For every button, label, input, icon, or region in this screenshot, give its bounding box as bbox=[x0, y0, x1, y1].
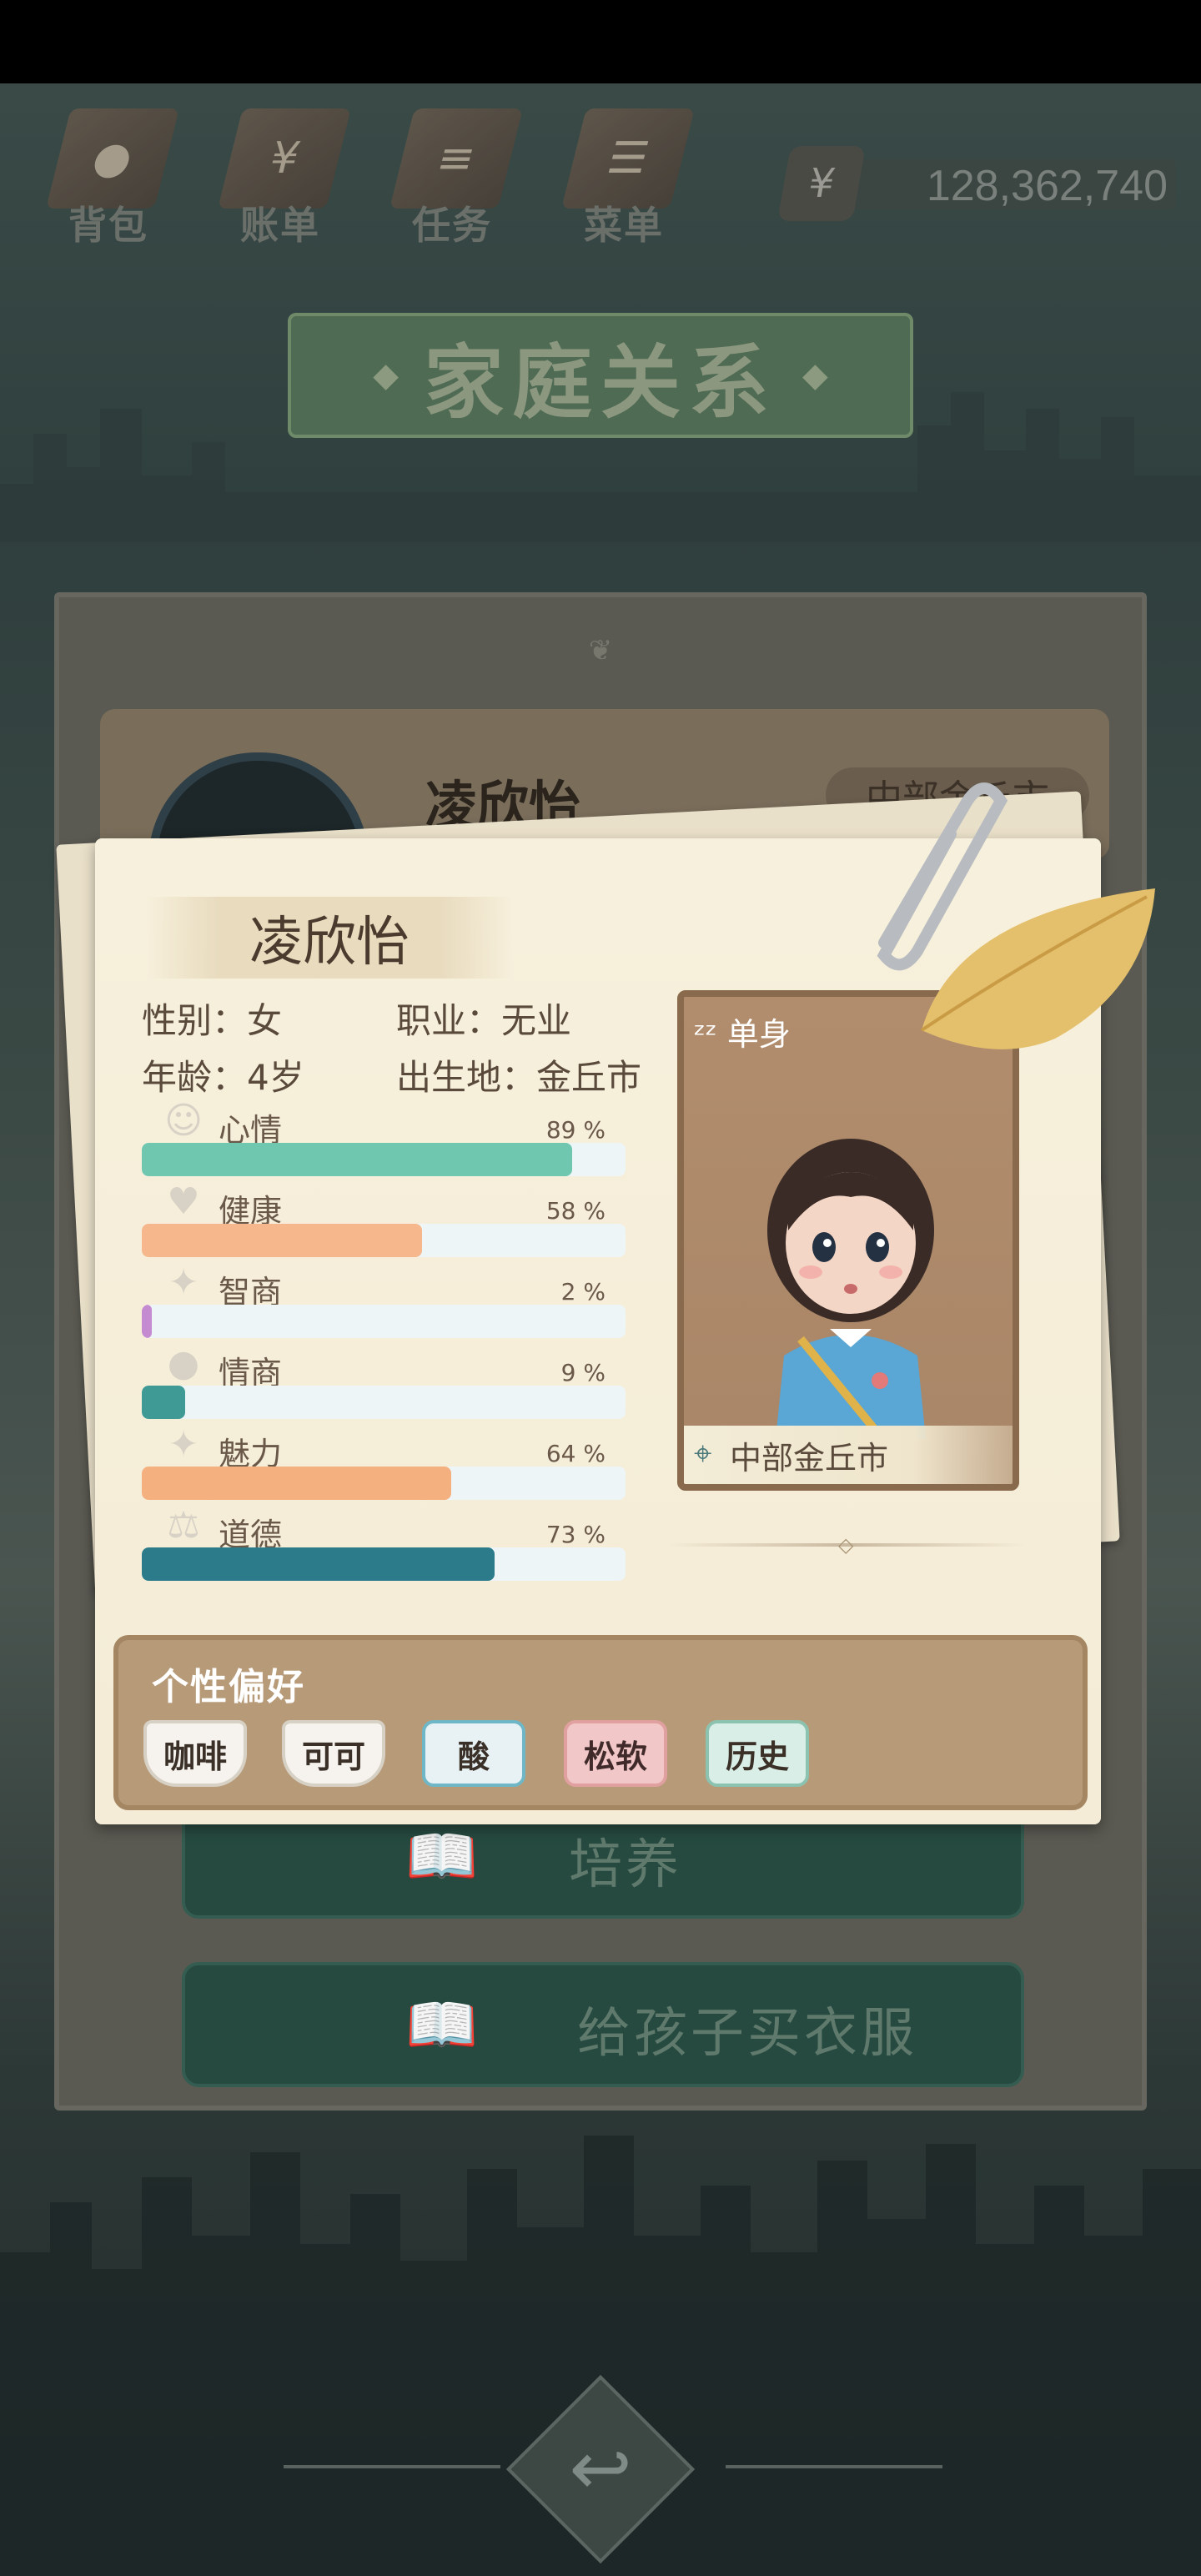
preference-tag-coffee: 咖啡 bbox=[143, 1720, 247, 1787]
divider-diamond-icon: ◇ bbox=[838, 1533, 854, 1557]
stat-percent: 58 % bbox=[545, 1197, 606, 1225]
money-display: ¥ 128,362,740 bbox=[776, 146, 1176, 221]
book-reader-icon: 📖 bbox=[405, 1822, 479, 1890]
page-title: 家庭关系 bbox=[424, 335, 777, 430]
divider-left bbox=[284, 2465, 500, 2468]
menu-icon: ☰ bbox=[561, 108, 695, 209]
menu-button[interactable]: ☰ 菜单 bbox=[549, 92, 699, 250]
smile-icon: ☺ bbox=[164, 1099, 203, 1142]
status-bar bbox=[0, 0, 1201, 83]
page-title-banner: ◆ 家庭关系 ◆ bbox=[288, 313, 913, 438]
task-button[interactable]: ≡ 任务 bbox=[377, 92, 527, 250]
back-arrow-icon: ↩ bbox=[569, 2425, 632, 2513]
stat-bar-track bbox=[142, 1547, 626, 1581]
child-character-image bbox=[767, 1139, 934, 1439]
menu-label: 菜单 bbox=[584, 203, 664, 248]
buy-clothes-button-label: 给孩子买衣服 bbox=[577, 2003, 917, 2065]
preferences-panel: 个性偏好 咖啡 可可 酸 松软 历史 bbox=[113, 1635, 1088, 1810]
bill-icon: ¥ bbox=[218, 108, 351, 209]
stat-eq: ● 情商 9 % bbox=[142, 1342, 626, 1422]
stat-bar-fill bbox=[142, 1224, 423, 1257]
book-reader-icon: 📖 bbox=[405, 1990, 479, 2059]
relationship-status-text: 单身 bbox=[726, 1016, 791, 1053]
stat-percent: 89 % bbox=[545, 1116, 606, 1144]
sparkle-icon: ✦ bbox=[168, 1423, 199, 1466]
location-pin-icon: ⌖ bbox=[694, 1435, 712, 1472]
backpack-icon: ● bbox=[46, 108, 179, 209]
stat-bar-fill bbox=[142, 1305, 152, 1338]
stat-bar-fill bbox=[142, 1143, 573, 1176]
stat-iq: ✦ 智商 2 % bbox=[142, 1261, 626, 1341]
stat-percent: 2 % bbox=[560, 1278, 606, 1306]
preferences-title: 个性偏好 bbox=[152, 1666, 305, 1708]
buy-clothes-button[interactable]: 📖 给孩子买衣服 bbox=[182, 1962, 1024, 2087]
character-portrait: ᶻᶻ 单身 中部金丘市 ⌖ bbox=[677, 990, 1019, 1491]
preference-tag-sour: 酸 bbox=[422, 1720, 525, 1787]
job-text: 职业：无业 bbox=[396, 1000, 572, 1041]
stat-bar-track bbox=[142, 1467, 626, 1500]
character-name: 凌欣怡 bbox=[146, 897, 513, 979]
sleep-icon: ᶻᶻ bbox=[694, 1016, 727, 1053]
stat-health: ♥ 健康 58 % bbox=[142, 1180, 626, 1260]
stat-percent: 73 % bbox=[545, 1521, 606, 1548]
birthplace-text: 出生地：金丘市 bbox=[396, 1057, 642, 1098]
age-text: 年龄：4岁 bbox=[142, 1057, 304, 1098]
bill-button[interactable]: ¥ 账单 bbox=[205, 92, 355, 250]
diamond-icon: ◆ bbox=[373, 356, 399, 395]
preference-tag-cocoa: 可可 bbox=[282, 1720, 385, 1787]
stat-percent: 9 % bbox=[560, 1359, 606, 1386]
bill-label: 账单 bbox=[240, 203, 320, 248]
money-amount: 128,362,740 bbox=[926, 162, 1168, 210]
train-button-label: 培养 bbox=[569, 1834, 682, 1896]
gender-text: 性别：女 bbox=[142, 1000, 283, 1041]
stat-bar-track bbox=[142, 1224, 626, 1257]
task-icon: ≡ bbox=[389, 108, 523, 209]
ornament-icon: ❦ bbox=[588, 634, 613, 667]
portrait-location-text: 中部金丘市 bbox=[730, 1439, 889, 1477]
stat-bar-track bbox=[142, 1386, 626, 1419]
backpack-label: 背包 bbox=[68, 203, 148, 248]
portrait-location-bar: 中部金丘市 bbox=[684, 1426, 1013, 1484]
backpack-button[interactable]: ● 背包 bbox=[33, 92, 183, 250]
stat-mood: ☺ 心情 89 % bbox=[142, 1099, 626, 1180]
stat-bar-track bbox=[142, 1305, 626, 1338]
task-label: 任务 bbox=[412, 203, 492, 248]
stat-bar-fill bbox=[142, 1467, 452, 1500]
stat-percent: 64 % bbox=[545, 1440, 606, 1467]
diamond-icon: ◆ bbox=[802, 356, 828, 395]
stat-bar-track bbox=[142, 1143, 626, 1176]
apple-icon: ● bbox=[167, 1342, 200, 1385]
top-nav: ● 背包 ¥ 账单 ≡ 任务 ☰ 菜单 bbox=[33, 92, 699, 250]
preference-tag-history: 历史 bbox=[706, 1720, 809, 1787]
heart-icon: ♥ bbox=[167, 1180, 200, 1223]
divider-right bbox=[726, 2465, 942, 2468]
stat-bar-fill bbox=[142, 1386, 186, 1419]
preference-tag-soft: 松软 bbox=[564, 1720, 667, 1787]
relationship-status: ᶻᶻ 单身 bbox=[694, 1009, 791, 1054]
lightbulb-icon: ✦ bbox=[168, 1261, 199, 1304]
paperclip-icon bbox=[877, 782, 1008, 971]
stat-charm: ✦ 魅力 64 % bbox=[142, 1423, 626, 1503]
stat-bar-fill bbox=[142, 1547, 495, 1581]
stat-morality: ⚖ 道德 73 % bbox=[142, 1504, 626, 1584]
yen-icon: ¥ bbox=[777, 146, 866, 221]
scale-icon: ⚖ bbox=[167, 1504, 200, 1547]
